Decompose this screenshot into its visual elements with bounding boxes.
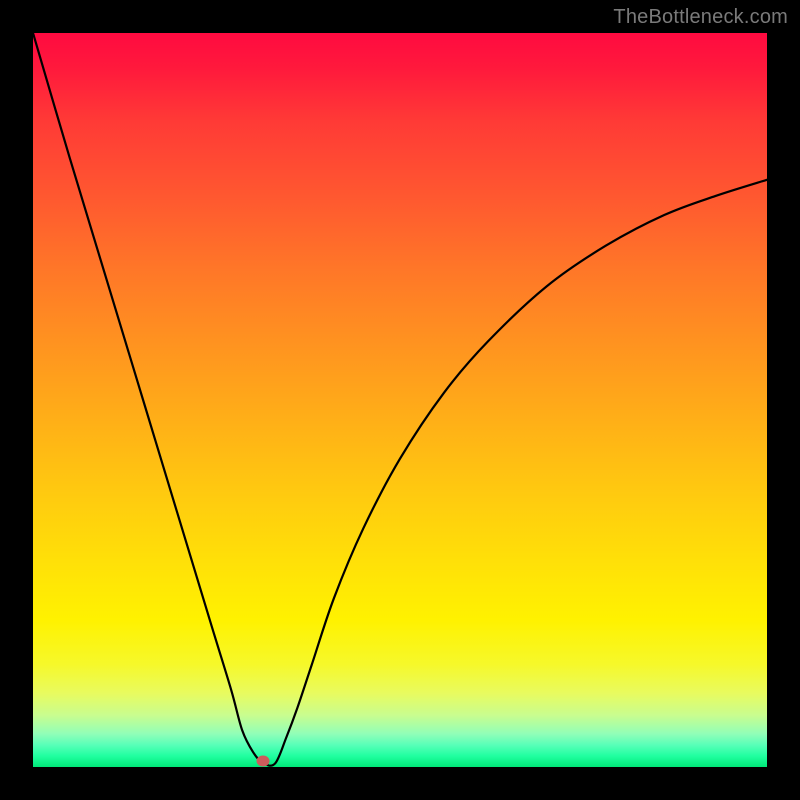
- optimal-point-marker: [257, 756, 270, 767]
- bottleneck-curve: [33, 33, 767, 767]
- plot-area: [33, 33, 767, 767]
- watermark-text: TheBottleneck.com: [613, 6, 788, 29]
- chart-frame: TheBottleneck.com: [0, 0, 800, 800]
